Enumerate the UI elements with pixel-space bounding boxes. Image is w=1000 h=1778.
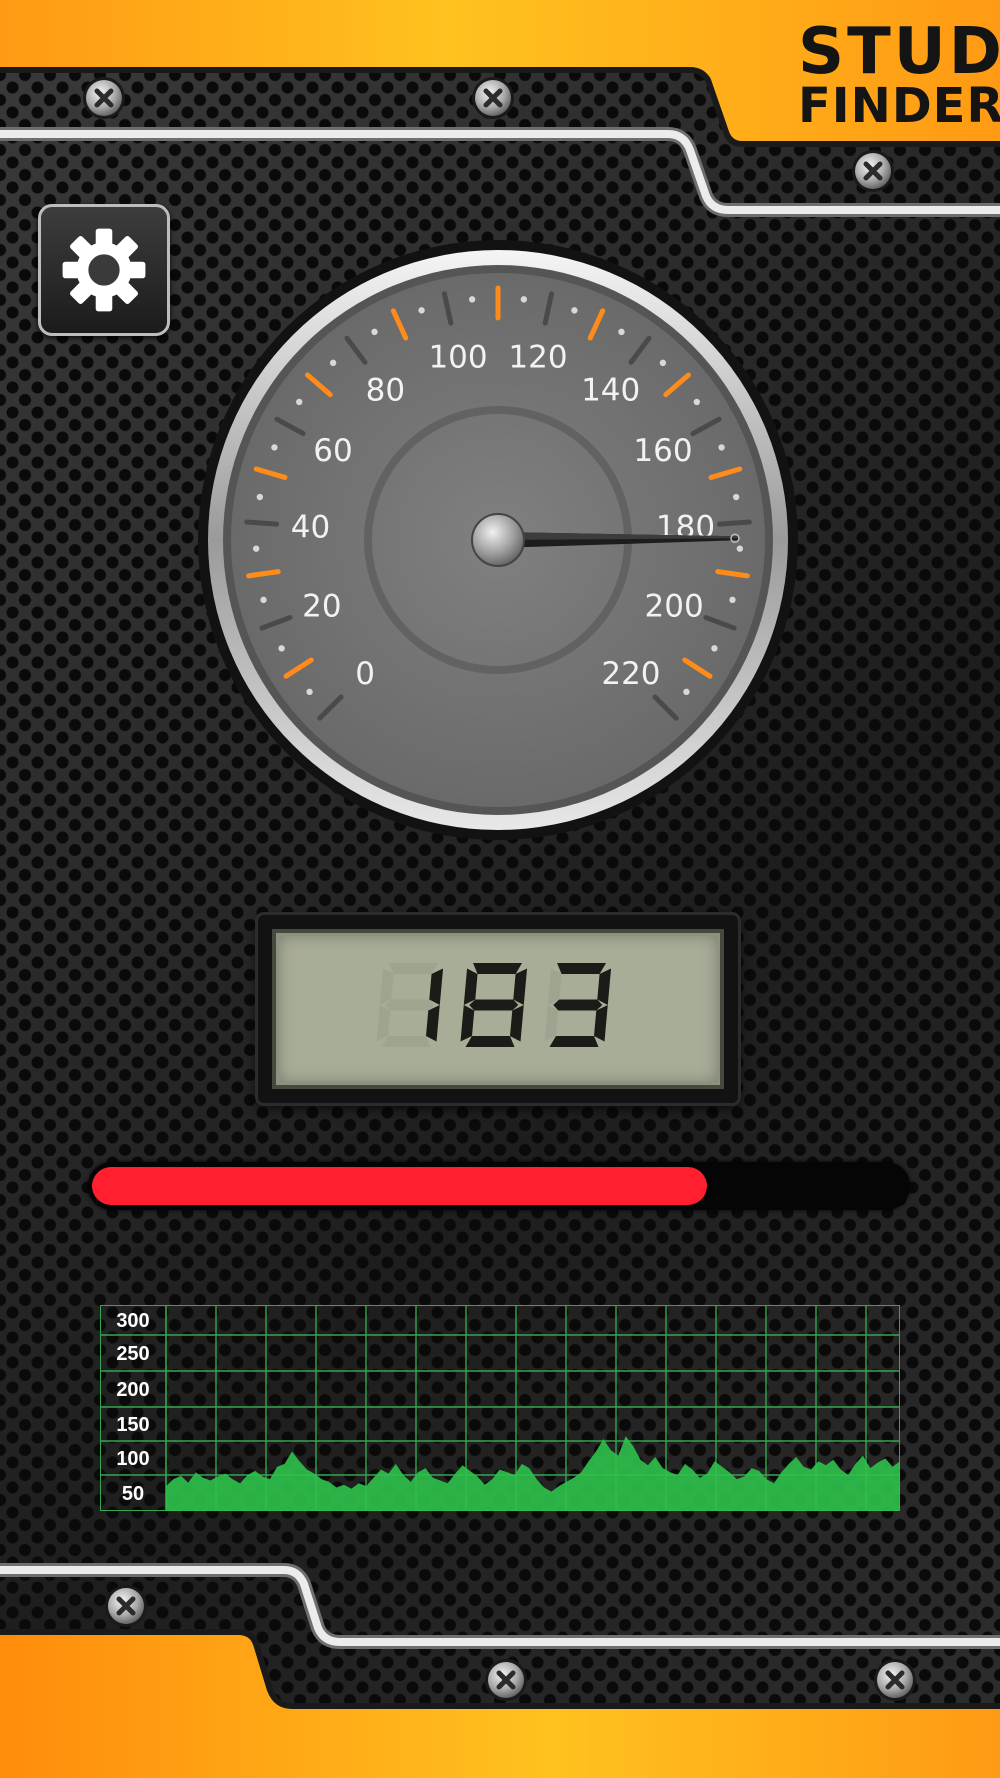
gauge-tick-label: 140 xyxy=(581,372,640,408)
settings-button[interactable] xyxy=(38,204,170,336)
gauge-minor-dot xyxy=(732,493,740,501)
screw xyxy=(105,1585,147,1627)
gauge-minor-dot xyxy=(659,359,667,367)
gauge-minor-dot xyxy=(306,688,313,696)
lcd-digit xyxy=(376,963,444,1047)
signal-level-fill xyxy=(92,1167,707,1205)
gauge-minor-dot xyxy=(520,296,528,303)
lcd-digit xyxy=(544,963,612,1047)
gauge-hub xyxy=(471,513,525,567)
gauge-minor-dot xyxy=(468,296,476,303)
gauge-minor-dot xyxy=(371,328,378,336)
lcd-display: 183 xyxy=(272,929,724,1089)
gauge-minor-dot xyxy=(271,444,278,451)
screw xyxy=(852,150,894,192)
gauge-tick-label: 220 xyxy=(601,656,660,692)
gauge-minor-dot xyxy=(329,359,337,367)
gauge-tick-label: 0 xyxy=(355,656,375,692)
gauge-minor-dot xyxy=(618,328,625,336)
screw xyxy=(485,1659,527,1701)
screw xyxy=(472,77,514,119)
gauge-tick-label: 160 xyxy=(633,433,692,469)
gauge-tick-label: 60 xyxy=(313,433,352,469)
gauge-minor-dot xyxy=(683,688,690,696)
gauge-major-tick xyxy=(716,519,752,527)
app-logo: STUD FINDER xyxy=(798,15,1000,134)
gauge-minor-dot xyxy=(571,307,578,314)
graph-y-label: 300 xyxy=(116,1310,149,1332)
gauge-minor-dot xyxy=(256,493,264,501)
gauge-tick-label: 200 xyxy=(645,589,704,625)
graph-y-label: 200 xyxy=(116,1379,149,1401)
logo-line-1: STUD xyxy=(798,15,1000,89)
gauge-tick-label: 20 xyxy=(302,589,341,625)
history-graph: 300 250 200 150 100 50 xyxy=(99,1304,901,1512)
gauge-tick-label: 80 xyxy=(366,372,405,408)
lcd-readout: 183 xyxy=(376,963,612,1047)
graph-y-label: 250 xyxy=(116,1343,149,1365)
signal-level-bar xyxy=(88,1162,910,1210)
gauge-minor-dot xyxy=(718,444,725,451)
screw xyxy=(83,77,125,119)
gauge-minor-dot xyxy=(296,398,303,406)
gauge-minor-dot xyxy=(729,596,736,604)
gauge-minor-dot xyxy=(693,398,700,406)
gauge-tick-label: 40 xyxy=(291,510,330,546)
screw xyxy=(874,1659,916,1701)
lcd-digit xyxy=(460,963,528,1047)
graph-y-label: 150 xyxy=(116,1414,149,1436)
gauge-minor-dot xyxy=(736,545,744,552)
gauge-minor-dot xyxy=(711,645,718,652)
logo-line-2: FINDER xyxy=(798,78,1000,134)
lcd-display-frame: 183 xyxy=(258,915,738,1103)
speed-gauge: 0 20 40 60 80 100 120 140 160 180 200 220 xyxy=(198,240,798,840)
history-graph-area xyxy=(166,1436,900,1511)
gear-icon xyxy=(62,228,146,312)
graph-y-label: 100 xyxy=(116,1448,149,1470)
gauge-major-tick xyxy=(244,519,280,527)
gauge-minor-dot xyxy=(252,545,260,552)
gauge-minor-dot xyxy=(278,645,285,652)
graph-y-label: 50 xyxy=(122,1483,144,1505)
gauge-minor-dot xyxy=(260,596,267,604)
gauge-minor-dot xyxy=(418,307,425,314)
gauge-tick-label: 120 xyxy=(508,339,567,375)
gauge-tick-label: 100 xyxy=(428,339,487,375)
